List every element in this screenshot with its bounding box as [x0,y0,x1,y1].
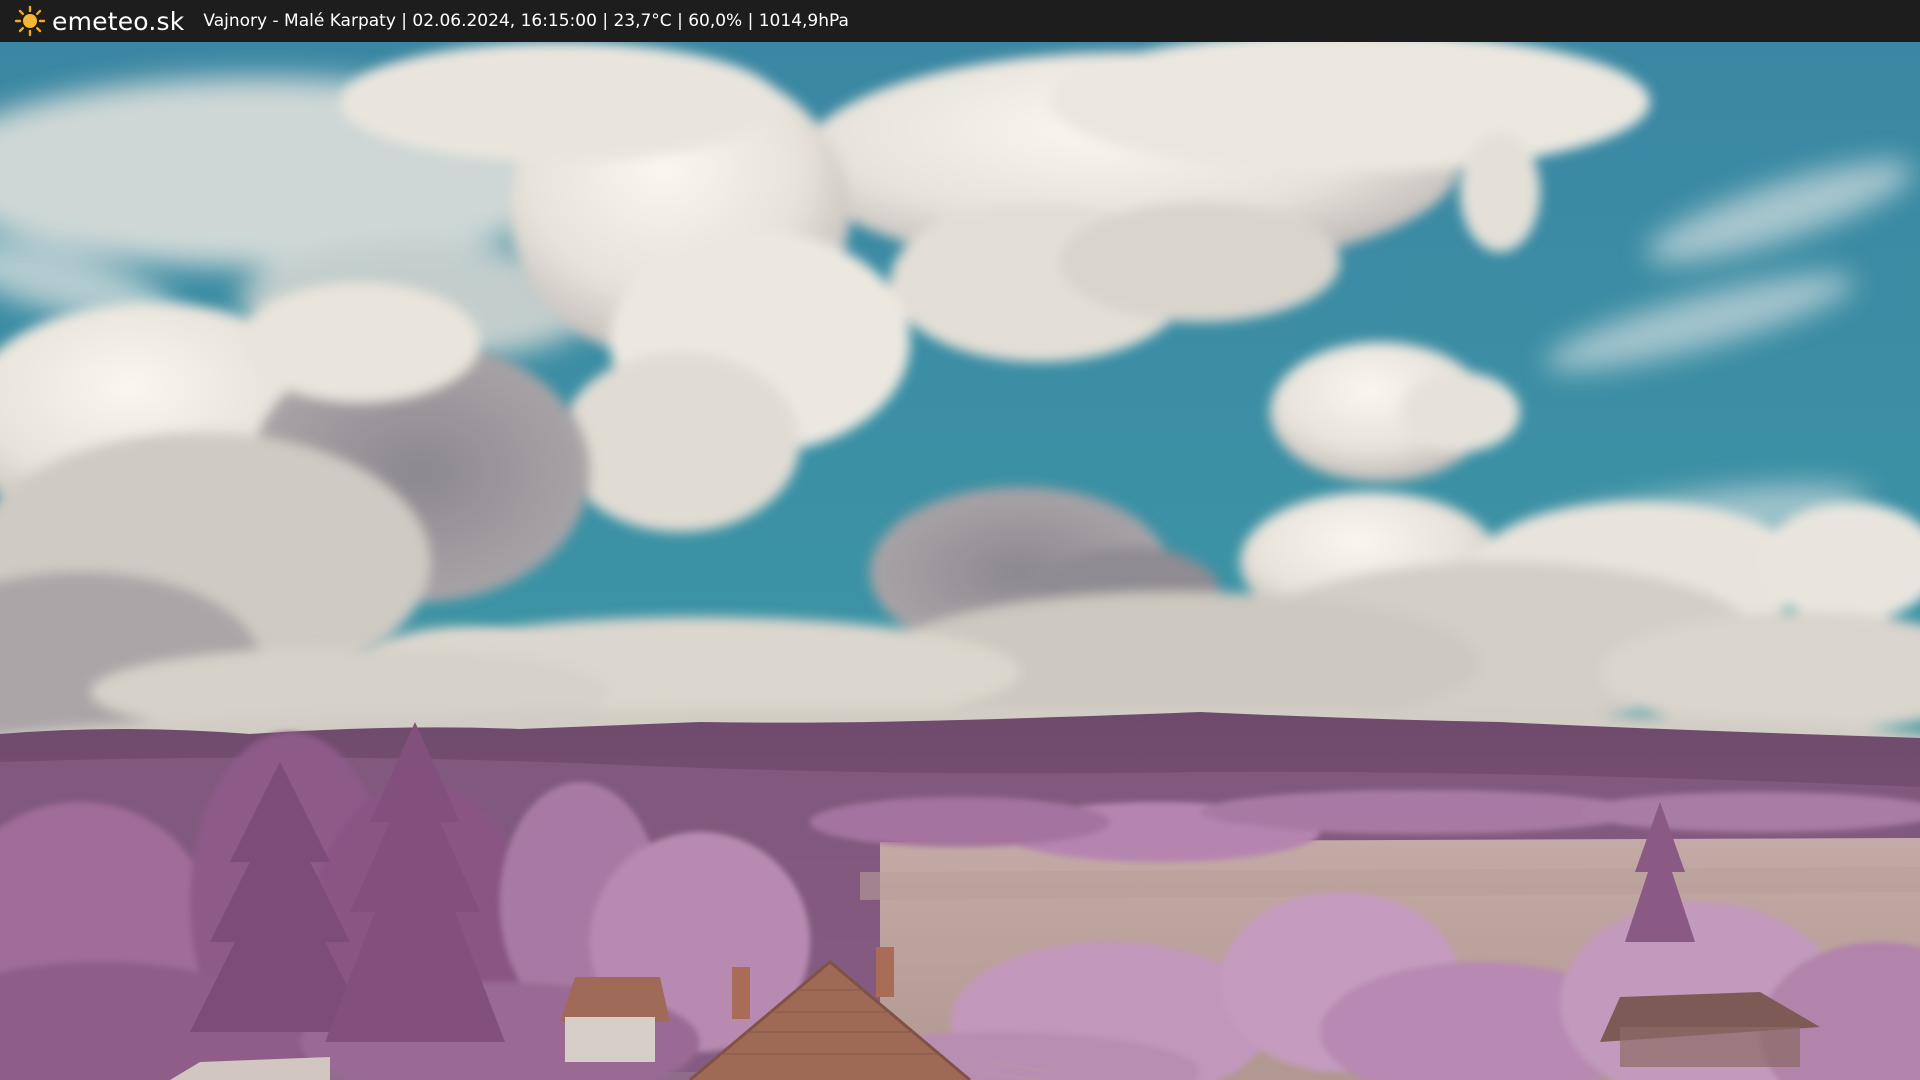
caption-bar: emeteo.sk Vajnory - Malé Karpaty | 02.06… [0,0,1920,42]
webcam-frame: emeteo.sk Vajnory - Malé Karpaty | 02.06… [0,0,1920,1080]
webcam-image [0,42,1920,1080]
site-logo[interactable]: emeteo.sk [14,5,184,37]
webcam-caption: Vajnory - Malé Karpaty | 02.06.2024, 16:… [203,11,849,31]
brand-name: emeteo.sk [52,6,185,36]
sun-icon [14,5,46,37]
